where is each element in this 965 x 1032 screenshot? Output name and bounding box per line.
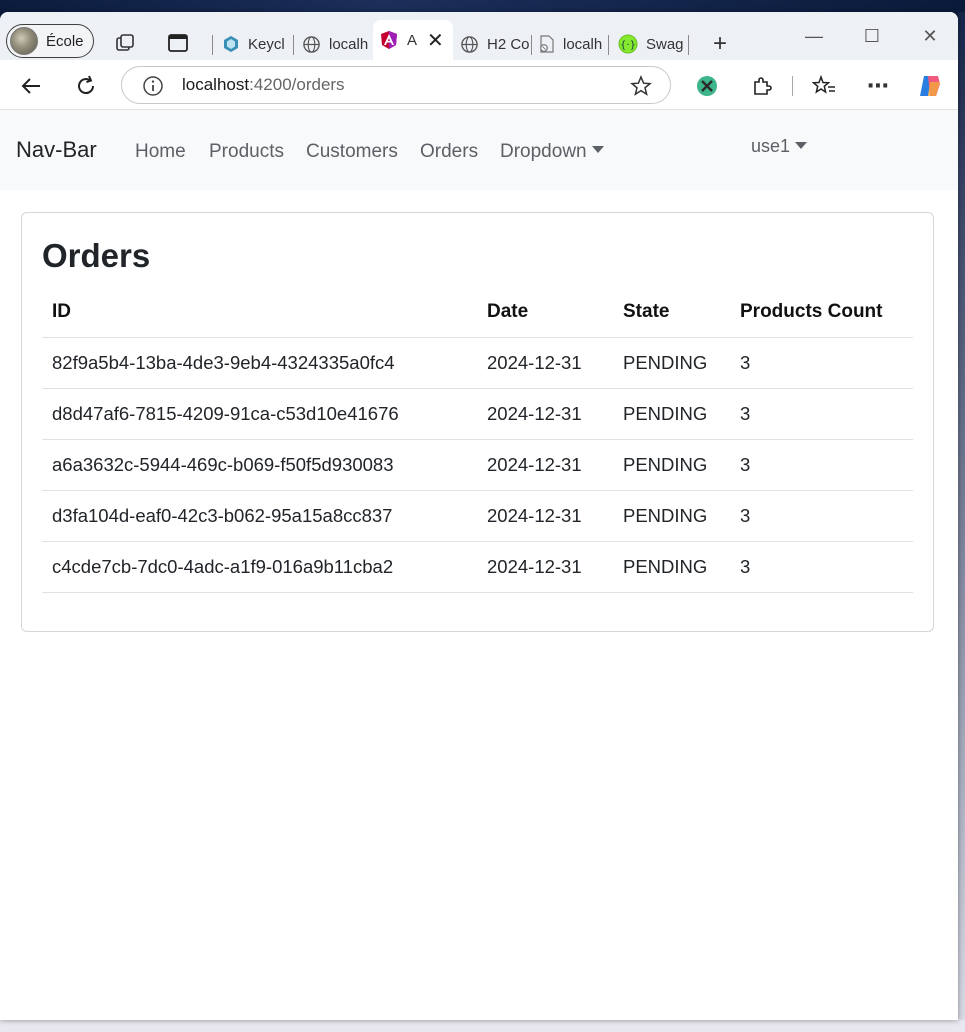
favorite-star-icon[interactable]: [630, 75, 652, 97]
url-path: :4200/orders: [249, 75, 345, 94]
table-row: c4cde7cb-7dc0-4adc-a1f9-016a9b11cba2 202…: [42, 541, 913, 593]
svg-text:{·}: {·}: [620, 40, 636, 51]
cell-state: PENDING: [613, 439, 730, 491]
column-header-date: Date: [477, 287, 613, 338]
tab-keycloak[interactable]: Keycl: [222, 32, 292, 56]
cell-state: PENDING: [613, 541, 730, 593]
toolbar-divider: [792, 76, 793, 96]
profile-button[interactable]: École: [6, 24, 94, 58]
tab-label: Keycl: [248, 35, 285, 53]
back-icon[interactable]: [16, 71, 46, 101]
url-text: localhost:4200/orders: [182, 75, 345, 95]
tab-swagger[interactable]: {·} Swag: [618, 32, 686, 56]
cell-products-count: 3: [730, 439, 913, 491]
app-navbar: Nav-Bar Home Products Customers Orders D…: [0, 110, 958, 190]
nav-link-orders[interactable]: Orders: [420, 141, 478, 163]
browser-window: École Keycl localh A ✕ H2 Co localh {·} …: [0, 12, 958, 1020]
vertical-tabs-icon[interactable]: [167, 32, 189, 54]
tab-separator: [212, 35, 213, 55]
tab-separator: [608, 35, 609, 55]
extensions-icon[interactable]: [747, 71, 777, 101]
favorites-icon[interactable]: [809, 71, 839, 101]
tab-label: Swag: [646, 35, 684, 53]
tab-angular-active[interactable]: A ✕: [373, 20, 453, 60]
tab-strip: École Keycl localh A ✕ H2 Co localh {·} …: [0, 12, 958, 60]
tab-label: A: [407, 31, 418, 49]
caret-down-icon: [591, 146, 604, 154]
nav-link-customers[interactable]: Customers: [306, 141, 398, 163]
more-options-icon[interactable]: ⋯: [863, 71, 893, 101]
tab-separator: [688, 35, 689, 55]
cell-date: 2024-12-31: [477, 541, 613, 593]
globe-icon: [303, 35, 320, 53]
column-header-id: ID: [42, 287, 477, 338]
tab-separator: [531, 35, 532, 55]
table-row: a6a3632c-5944-469c-b069-f50f5d930083 202…: [42, 439, 913, 491]
user-menu[interactable]: use1: [751, 136, 808, 157]
cell-products-count: 3: [730, 490, 913, 542]
cell-state: PENDING: [613, 490, 730, 542]
cell-state: PENDING: [613, 388, 730, 440]
tab-label: localh: [563, 35, 603, 53]
nav-link-products[interactable]: Products: [209, 141, 284, 163]
nav-link-home[interactable]: Home: [135, 141, 186, 163]
tab-label: H2 Co: [487, 35, 530, 53]
avatar: [10, 27, 38, 55]
copilot-icon[interactable]: [915, 71, 945, 101]
globe-icon: [461, 35, 478, 53]
url-host: localhost: [182, 75, 250, 94]
desktop-background: [958, 12, 965, 1020]
caret-down-icon: [795, 141, 808, 149]
cell-date: 2024-12-31: [477, 490, 613, 542]
swagger-icon: {·}: [618, 34, 638, 54]
navbar-brand[interactable]: Nav-Bar: [16, 137, 97, 163]
orders-table: ID Date State Products Count 82f9a5b4-13…: [42, 287, 913, 593]
address-bar[interactable]: localhost:4200/orders: [121, 66, 671, 104]
tab-h2-console[interactable]: H2 Co: [460, 32, 530, 56]
close-tab-icon[interactable]: ✕: [427, 28, 444, 53]
cell-products-count: 3: [730, 337, 913, 389]
column-header-state: State: [613, 287, 730, 338]
profile-name: École: [46, 32, 84, 50]
reload-icon[interactable]: [71, 71, 101, 101]
cell-state: PENDING: [613, 337, 730, 389]
table-row: d3fa104d-eaf0-42c3-b062-95a15a8cc837 202…: [42, 490, 913, 542]
cell-id: d3fa104d-eaf0-42c3-b062-95a15a8cc837: [42, 490, 477, 542]
browser-toolbar: localhost:4200/orders ⋯: [0, 60, 958, 110]
cell-products-count: 3: [730, 541, 913, 593]
orders-card: Orders ID Date State Products Count 82f9…: [21, 212, 934, 632]
user-name: use1: [751, 136, 791, 156]
nav-dropdown[interactable]: Dropdown: [500, 141, 604, 163]
cell-id: a6a3632c-5944-469c-b069-f50f5d930083: [42, 439, 477, 491]
angular-icon: [381, 31, 397, 49]
minimize-icon[interactable]: —: [794, 26, 834, 48]
tab-localhost-1[interactable]: localh: [302, 32, 372, 56]
maximize-icon[interactable]: ☐: [852, 26, 892, 48]
file-error-icon: [540, 35, 554, 53]
cell-date: 2024-12-31: [477, 439, 613, 491]
cell-date: 2024-12-31: [477, 337, 613, 389]
new-tab-icon[interactable]: +: [700, 30, 740, 57]
table-row: 82f9a5b4-13ba-4de3-9eb4-4324335a0fc4 202…: [42, 337, 913, 389]
nav-dropdown-label: Dropdown: [500, 141, 587, 162]
cell-products-count: 3: [730, 388, 913, 440]
taskbar-edge: [0, 1020, 965, 1032]
page-title: Orders: [42, 237, 151, 274]
tab-separator: [293, 35, 294, 55]
cell-date: 2024-12-31: [477, 388, 613, 440]
cell-id: 82f9a5b4-13ba-4de3-9eb4-4324335a0fc4: [42, 337, 477, 389]
close-window-icon[interactable]: ✕: [910, 26, 950, 48]
column-header-products-count: Products Count: [730, 287, 913, 338]
site-info-icon[interactable]: [142, 75, 164, 97]
cell-id: d8d47af6-7815-4209-91ca-c53d10e41676: [42, 388, 477, 440]
table-header-row: ID Date State Products Count: [42, 287, 913, 338]
workspaces-icon[interactable]: [114, 32, 136, 54]
tab-label: localh: [329, 35, 369, 53]
tab-localhost-2[interactable]: localh: [539, 32, 607, 56]
keycloak-icon: [224, 36, 238, 52]
table-row: d8d47af6-7815-4209-91ca-c53d10e41676 202…: [42, 388, 913, 440]
cell-id: c4cde7cb-7dc0-4adc-a1f9-016a9b11cba2: [42, 541, 477, 593]
extension-tools-icon[interactable]: [692, 71, 722, 101]
